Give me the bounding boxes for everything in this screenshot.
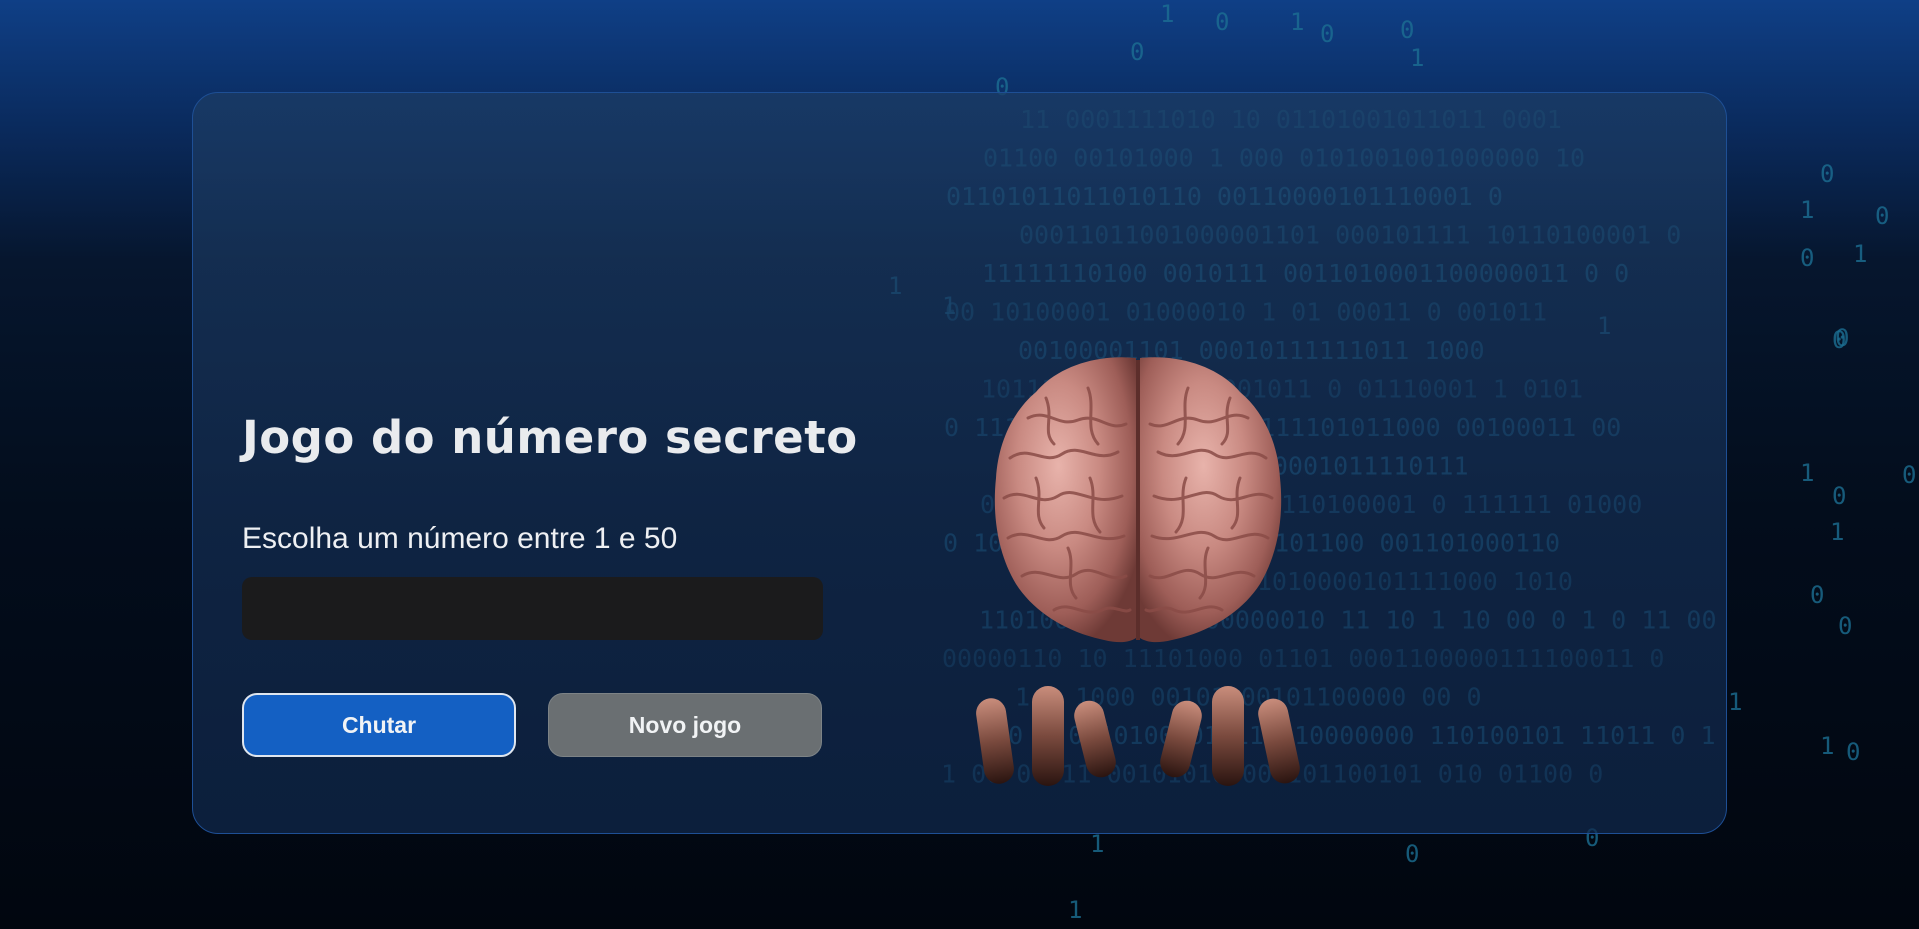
binary-digit: 0 [1130, 38, 1144, 66]
binary-digit: 1 [1800, 196, 1814, 224]
binary-digit: 0 [1902, 461, 1916, 489]
binary-digit: 0 [1835, 324, 1849, 352]
brain-icon [976, 357, 1300, 786]
binary-digit: 1 [1830, 518, 1844, 546]
binary-digit: 1 [1090, 830, 1104, 858]
binary-digit: 0 [1838, 612, 1852, 640]
binary-digit: 1 [1853, 240, 1867, 268]
binary-digit: 1 [1068, 896, 1082, 924]
binary-digit: 0 [1400, 16, 1414, 44]
range-prompt: Escolha um número entre 1 e 50 [242, 522, 678, 555]
binary-digit: 0 [1875, 202, 1889, 230]
page-title: Jogo do número secreto [242, 411, 858, 464]
guess-button[interactable]: Chutar [242, 693, 516, 757]
guess-input[interactable] [242, 577, 823, 640]
binary-digit: 0 [1820, 160, 1834, 188]
binary-digit: 0 [1810, 581, 1824, 609]
binary-digit: 1 [1800, 459, 1814, 487]
binary-digit: 1 [1410, 44, 1424, 72]
binary-digit: 1 [1160, 0, 1174, 28]
game-card: Jogo do número secreto Escolha um número… [192, 92, 1727, 834]
binary-digit: 0 [1215, 8, 1229, 36]
binary-digit: 0 [1846, 738, 1860, 766]
binary-digit: 0 [1800, 244, 1814, 272]
binary-digit: 0 [1320, 20, 1334, 48]
binary-digit: 1 [1290, 8, 1304, 36]
binary-digit: 0 [1405, 840, 1419, 868]
binary-digit: 1 [1728, 688, 1742, 716]
binary-digit: 0 [1832, 482, 1846, 510]
binary-digit: 1 [1820, 732, 1834, 760]
new-game-button[interactable]: Novo jogo [548, 693, 822, 757]
binary-digit: 0 [1832, 326, 1846, 354]
